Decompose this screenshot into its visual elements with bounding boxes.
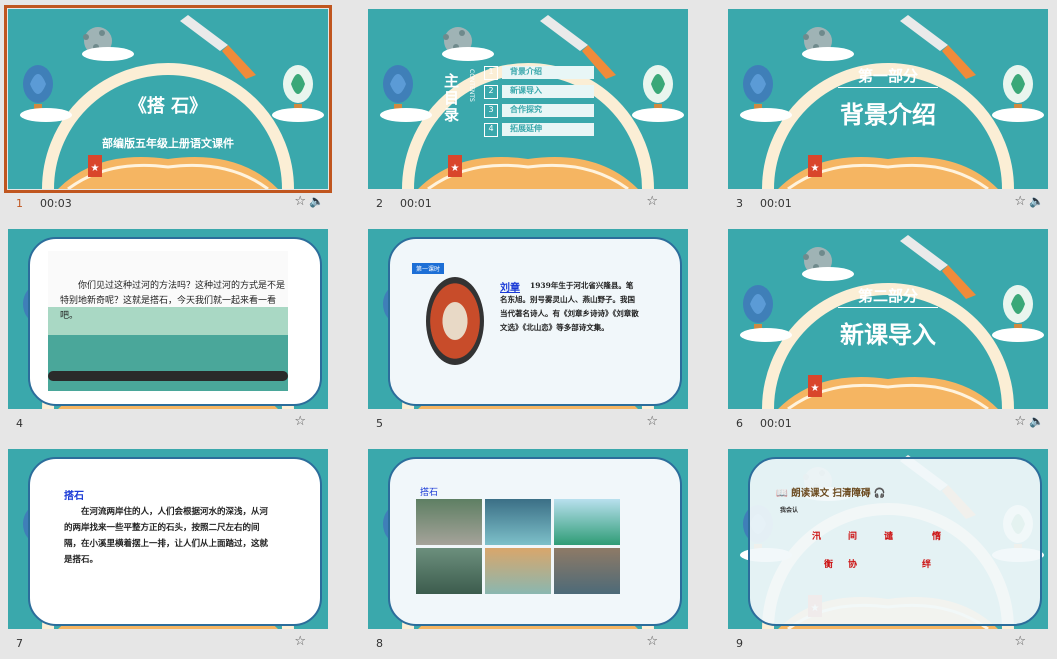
photo — [485, 548, 551, 594]
section-heading: 背景介绍 — [840, 100, 936, 129]
slide-thumbnail-6[interactable]: 第二部分 新课导入 6 00:01 ☆ 🔈 — [728, 229, 1057, 439]
slide-number: 4 — [16, 417, 23, 430]
section-heading: 新课导入 — [840, 320, 936, 349]
slide-thumbnail-2[interactable]: 主目录 CONTENTS 1 背景介绍 2 新课导入 3 合作探究 4 拓展延伸… — [368, 9, 698, 219]
author-bio: 1939年生于河北省兴隆县。笔名东旭。别号雾灵山人、燕山野子。我国当代著名诗人。… — [500, 281, 639, 332]
slide-timing: 00:01 — [400, 197, 432, 210]
star-icon[interactable]: ☆ — [1014, 414, 1026, 429]
photo — [485, 499, 551, 545]
toc-en: CONTENTS — [468, 69, 475, 102]
star-icon[interactable]: ☆ — [1014, 634, 1026, 649]
slide-preview[interactable]: 搭石 — [368, 449, 688, 629]
character: 衡 — [824, 560, 834, 570]
star-icon[interactable]: ☆ — [646, 634, 658, 649]
section-label: 第一部分 — [857, 67, 918, 85]
character: 绊 — [922, 560, 932, 570]
speaker-icon[interactable]: 🔈 — [309, 194, 324, 208]
speaker-icon[interactable]: 🔈 — [1029, 414, 1044, 428]
slide-preview[interactable]: 第一课时 刘章 1939年生于河北省兴隆县。笔名东旭。别号雾灵山人、燕山野子。我… — [368, 229, 688, 409]
slide-preview[interactable]: 《搭 石》 部编版五年级上册语文课件 — [4, 5, 332, 193]
slide-title: 📖 朗读课文 扫清障碍 🎧 — [776, 488, 886, 499]
toc-title: 主目录 — [444, 72, 460, 124]
book-icon: 📖 — [776, 488, 788, 499]
lesson-tag: 第一课时 — [412, 263, 445, 274]
slide-title: 搭石 — [420, 488, 439, 498]
character: 汛 — [812, 532, 822, 542]
character: 谴 — [884, 532, 894, 542]
slide-thumbnail-8[interactable]: 搭石 8 ☆ — [368, 449, 698, 659]
character: 间 — [848, 532, 858, 542]
slide-number: 1 — [16, 197, 23, 210]
slide-number: 5 — [376, 417, 383, 430]
speaker-icon[interactable]: 🔈 — [1029, 194, 1044, 208]
slide-timing: 00:01 — [760, 417, 792, 430]
character: 协 — [848, 560, 858, 570]
slide-preview[interactable]: 📖 朗读课文 扫清障碍 🎧 我会认 汛 间 谴 惰 衡 协 绊 — [728, 449, 1048, 629]
section-label: 第二部分 — [857, 287, 918, 305]
slide-thumbnail-7[interactable]: 搭石 在河流两岸住的人，人们会根据河水的深浅，从河的两岸找来一些平整方正的石头，… — [8, 449, 338, 659]
slide-preview[interactable]: 主目录 CONTENTS 1 背景介绍 2 新课导入 3 合作探究 4 拓展延伸 — [368, 9, 688, 189]
slide-thumbnail-5[interactable]: 第一课时 刘章 1939年生于河北省兴隆县。笔名东旭。别号雾灵山人、燕山野子。我… — [368, 229, 698, 439]
slide-decoration — [368, 9, 688, 189]
slide-number: 3 — [736, 197, 743, 210]
slide-number: 6 — [736, 417, 743, 430]
divider — [838, 87, 938, 88]
slide-number: 7 — [16, 637, 23, 650]
slide-number: 8 — [376, 637, 383, 650]
author-portrait — [426, 277, 484, 365]
slide-title: 搭石 — [64, 491, 84, 502]
slide-thumbnail-3[interactable]: 第一部分 背景介绍 3 00:01 ☆ 🔈 — [728, 9, 1057, 219]
photo — [554, 548, 620, 594]
headphone-icon: 🎧 — [873, 488, 886, 499]
photo-grid — [416, 499, 620, 595]
slide-thumbnail-4[interactable]: 你们见过这种过河的方法吗？这种过河的方式是不是特别地新奇呢？这就是搭石，今天我们… — [8, 229, 338, 439]
star-icon[interactable]: ☆ — [294, 634, 306, 649]
character: 惰 — [932, 532, 942, 542]
star-icon[interactable]: ☆ — [646, 194, 658, 209]
photo — [416, 548, 482, 594]
slide-preview[interactable]: 第一部分 背景介绍 — [728, 9, 1048, 189]
divider — [838, 307, 938, 308]
slide-preview[interactable]: 你们见过这种过河的方法吗？这种过河的方式是不是特别地新奇呢？这就是搭石，今天我们… — [8, 229, 328, 409]
slide-preview[interactable]: 第二部分 新课导入 — [728, 229, 1048, 409]
slide-number: 9 — [736, 637, 743, 650]
star-icon[interactable]: ☆ — [294, 194, 306, 209]
slide-preview[interactable]: 搭石 在河流两岸住的人，人们会根据河水的深浅，从河的两岸找来一些平整方正的石头，… — [8, 449, 328, 629]
slide-timing: 00:03 — [40, 197, 72, 210]
slide-text: 你们见过这种过河的方法吗？这种过河的方式是不是特别地新奇呢？这就是搭石，今天我们… — [60, 281, 286, 321]
slide-text: 在河流两岸住的人，人们会根据河水的深浅，从河的两岸找来一些平整方正的石头，按照二… — [64, 507, 269, 565]
star-icon[interactable]: ☆ — [646, 414, 658, 429]
slide-timing: 00:01 — [760, 197, 792, 210]
slide-title: 《搭 石》 — [128, 96, 208, 117]
section-sub: 我会认 — [780, 507, 799, 514]
slide-subtitle: 部编版五年级上册语文课件 — [102, 137, 234, 150]
photo — [416, 499, 482, 545]
slide-number: 2 — [376, 197, 383, 210]
photo — [554, 499, 620, 545]
star-icon[interactable]: ☆ — [294, 414, 306, 429]
slide-thumbnail-1[interactable]: 《搭 石》 部编版五年级上册语文课件 1 00:03 ☆ 🔈 — [4, 5, 338, 219]
slide-thumbnail-9[interactable]: 📖 朗读课文 扫清障碍 🎧 我会认 汛 间 谴 惰 衡 协 绊 9 ☆ — [728, 449, 1057, 659]
star-icon[interactable]: ☆ — [1014, 194, 1026, 209]
